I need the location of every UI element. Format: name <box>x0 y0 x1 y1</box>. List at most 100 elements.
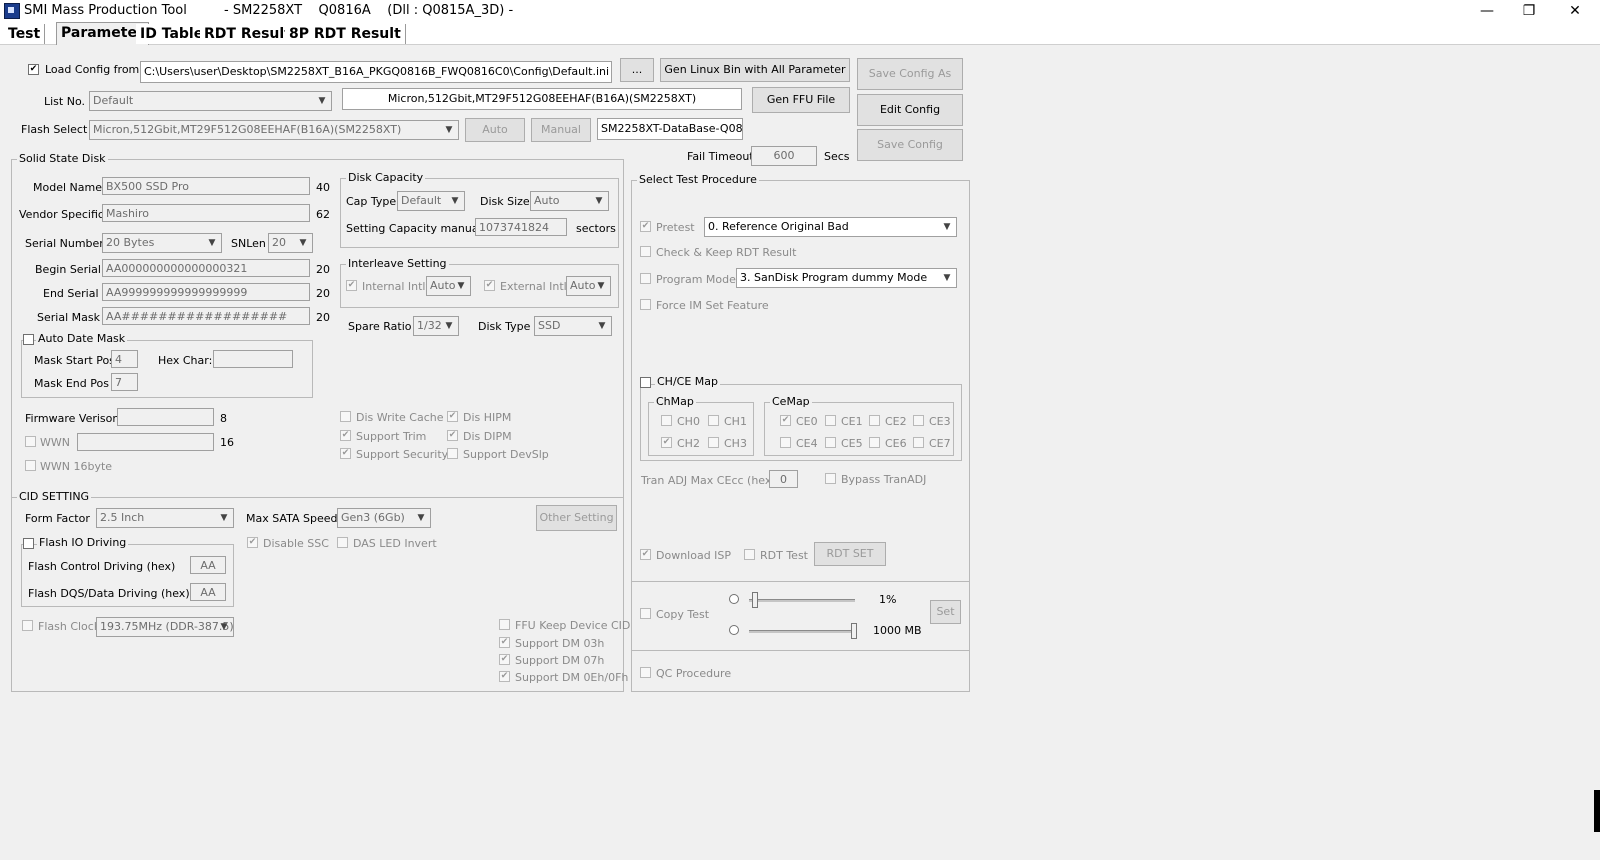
hex-char-field[interactable] <box>213 350 293 368</box>
gen-linux-bin-button[interactable]: Gen Linux Bin with All Parameter <box>660 58 850 82</box>
percent-radio[interactable] <box>729 594 739 604</box>
dis-write-cache-checkbox[interactable] <box>340 411 351 422</box>
cap-type-select[interactable]: Default ▼ <box>397 191 465 211</box>
pretest-checkbox[interactable]: ✔ <box>640 221 651 232</box>
external-intlv-select[interactable]: Auto ▼ <box>566 276 611 296</box>
fail-timeout-field[interactable]: 600 <box>751 146 817 166</box>
manual-button[interactable]: Manual <box>531 118 591 142</box>
support-devslp-checkbox[interactable] <box>447 448 458 459</box>
ce6-checkbox[interactable] <box>869 437 880 448</box>
serial-mask-field[interactable]: AA################## <box>102 307 310 325</box>
tab-8p-rdt-result[interactable]: 8P RDT Result <box>285 24 406 44</box>
tab-parameter[interactable]: Parameter <box>56 22 149 45</box>
ce1-checkbox[interactable] <box>825 415 836 426</box>
flash-select-dropdown[interactable]: Micron,512Gbit,MT29F512G08EEHAF(B16A)(SM… <box>89 120 459 140</box>
ce0-checkbox[interactable]: ✔ <box>780 415 791 426</box>
pretest-select[interactable]: 0. Reference Original Bad ▼ <box>704 217 957 237</box>
wwn-16byte-checkbox[interactable] <box>25 460 36 471</box>
tab-id-table[interactable]: ID Table <box>136 24 209 44</box>
firmware-version-field[interactable] <box>117 408 214 426</box>
size-slider-thumb[interactable] <box>851 623 857 639</box>
config-path-field[interactable]: C:\Users\user\Desktop\SM2258XT_B16A_PKGQ… <box>140 61 612 83</box>
spare-ratio-select[interactable]: 1/32 ▼ <box>413 316 459 336</box>
close-button[interactable]: ✕ <box>1552 0 1598 22</box>
rdt-test-checkbox[interactable] <box>744 549 755 560</box>
internal-intlv-checkbox[interactable]: ✔ <box>346 280 357 291</box>
copy-test-checkbox[interactable] <box>640 608 651 619</box>
save-config-as-button[interactable]: Save Config As <box>857 58 963 90</box>
dis-hipm-checkbox[interactable]: ✔ <box>447 411 458 422</box>
load-config-checkbox[interactable]: ✔ <box>28 64 39 75</box>
disk-size-select[interactable]: Auto ▼ <box>530 191 609 211</box>
setting-capacity-field[interactable]: 1073741824 <box>475 218 567 236</box>
begin-serial-field[interactable]: AA000000000000000321 <box>102 259 310 277</box>
tran-adj-field[interactable]: 0 <box>769 470 798 488</box>
flash-dqs-driving-field[interactable]: AA <box>190 583 226 601</box>
form-factor-select[interactable]: 2.5 Inch ▼ <box>96 508 234 528</box>
flash-io-driving-checkbox[interactable] <box>23 538 34 549</box>
model-name-field[interactable]: BX500 SSD Pro <box>102 177 310 195</box>
auto-date-mask-checkbox[interactable] <box>23 334 34 345</box>
support-trim-checkbox[interactable]: ✔ <box>340 430 351 441</box>
tab-rdt-result[interactable]: RDT Result <box>200 24 296 44</box>
other-setting-button[interactable]: Other Setting <box>536 505 617 531</box>
ce4-checkbox[interactable] <box>780 437 791 448</box>
percent-slider-thumb[interactable] <box>752 592 758 608</box>
serial-number-select[interactable]: 20 Bytes ▼ <box>102 233 222 253</box>
program-mode-select[interactable]: 3. SanDisk Program dummy Mode ▼ <box>736 268 957 288</box>
ch3-checkbox[interactable] <box>708 437 719 448</box>
ch2-checkbox[interactable]: ✔ <box>661 437 672 448</box>
ce3-checkbox[interactable] <box>913 415 924 426</box>
browse-button[interactable]: ... <box>620 58 654 82</box>
end-serial-field[interactable]: AA999999999999999999 <box>102 283 310 301</box>
ce7-checkbox[interactable] <box>913 437 924 448</box>
qc-procedure-checkbox[interactable] <box>640 667 651 678</box>
support-dm07-checkbox[interactable]: ✔ <box>499 654 510 665</box>
scrollbar-indicator[interactable] <box>1594 790 1600 832</box>
chmap-legend: ChMap <box>654 395 696 409</box>
minimize-button[interactable]: — <box>1464 0 1510 22</box>
support-dm03-checkbox[interactable]: ✔ <box>499 637 510 648</box>
size-radio[interactable] <box>729 625 739 635</box>
flash-control-driving-field[interactable]: AA <box>190 556 226 574</box>
check-keep-rdt-checkbox[interactable] <box>640 246 651 257</box>
dis-dipm-checkbox[interactable]: ✔ <box>447 430 458 441</box>
disk-type-select[interactable]: SSD ▼ <box>534 316 612 336</box>
list-no-select[interactable]: Default ▼ <box>89 91 332 111</box>
force-im-checkbox[interactable] <box>640 299 651 310</box>
ch1-checkbox[interactable] <box>708 415 719 426</box>
disable-ssc-checkbox[interactable]: ✔ <box>247 537 258 548</box>
chce-map-checkbox[interactable] <box>640 377 651 388</box>
wwn-field[interactable] <box>77 433 214 451</box>
das-led-invert-checkbox[interactable] <box>337 537 348 548</box>
set-button[interactable]: Set <box>930 600 961 624</box>
edit-config-button[interactable]: Edit Config <box>857 94 963 126</box>
maximize-button[interactable]: ❐ <box>1506 0 1552 22</box>
flash-clock-checkbox[interactable] <box>22 620 33 631</box>
ce2-checkbox[interactable] <box>869 415 880 426</box>
flash-clock-select[interactable]: 193.75MHz (DDR-387.5) ▼ <box>96 617 234 637</box>
max-sata-speed-select[interactable]: Gen3 (6Gb) ▼ <box>337 508 431 528</box>
tab-test[interactable]: Test <box>4 24 46 44</box>
support-security-checkbox[interactable]: ✔ <box>340 448 351 459</box>
rdt-set-button[interactable]: RDT SET <box>814 542 886 566</box>
snlen-select[interactable]: 20 ▼ <box>268 233 313 253</box>
auto-button[interactable]: Auto <box>465 118 525 142</box>
mask-start-field[interactable]: 4 <box>111 350 138 368</box>
support-dm0e-checkbox[interactable]: ✔ <box>499 671 510 682</box>
ffu-keep-checkbox[interactable] <box>499 619 510 630</box>
bypass-tranadj-checkbox[interactable] <box>825 473 836 484</box>
internal-intlv-select[interactable]: Auto ▼ <box>426 276 471 296</box>
save-config-button[interactable]: Save Config <box>857 129 963 161</box>
gen-ffu-file-button[interactable]: Gen FFU File <box>752 87 850 113</box>
ce5-checkbox[interactable] <box>825 437 836 448</box>
percent-slider-track[interactable] <box>749 599 855 602</box>
wwn-checkbox[interactable] <box>25 436 36 447</box>
external-intlv-checkbox[interactable]: ✔ <box>484 280 495 291</box>
size-slider-track[interactable] <box>749 630 855 633</box>
vendor-specific-field[interactable]: Mashiro <box>102 204 310 222</box>
mask-end-field[interactable]: 7 <box>111 373 138 391</box>
program-mode-checkbox[interactable] <box>640 273 651 284</box>
download-isp-checkbox[interactable]: ✔ <box>640 549 651 560</box>
ch0-checkbox[interactable] <box>661 415 672 426</box>
